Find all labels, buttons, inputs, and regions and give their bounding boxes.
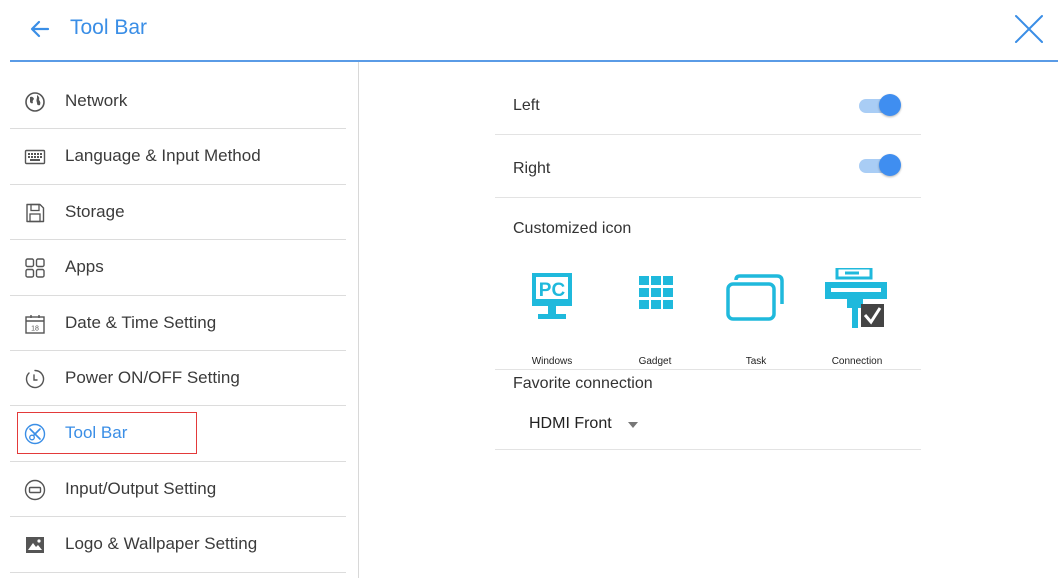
- input-output-icon: [24, 479, 46, 500]
- right-toolbar-row: Right: [495, 134, 921, 198]
- left-toolbar-toggle[interactable]: [859, 94, 901, 116]
- toolbar-icon: [24, 424, 46, 445]
- header-bar: Tool Bar: [0, 0, 1058, 60]
- custom-icon-windows[interactable]: PC Windows: [512, 268, 592, 368]
- pc-monitor-icon: PC: [532, 273, 572, 319]
- sidebar-item-label: Input/Output Setting: [65, 478, 217, 498]
- left-toolbar-row: Left: [495, 74, 921, 135]
- custom-icon-gadget[interactable]: Gadget: [615, 268, 695, 368]
- dropdown-caret-icon: [628, 422, 638, 428]
- icon-caption: Connection: [831, 356, 883, 367]
- gadget-grid-icon: [639, 276, 673, 309]
- page-title: Tool Bar: [70, 16, 148, 39]
- custom-icon-task[interactable]: Task: [716, 268, 796, 368]
- favorite-connection-divider: [495, 449, 921, 450]
- pc-glyph-text: PC: [539, 280, 566, 301]
- storage-icon: [26, 203, 45, 222]
- sidebar-item-language[interactable]: Language & Input Method: [10, 129, 346, 185]
- power-icon: [25, 369, 45, 389]
- sidebar-item-power[interactable]: Power ON/OFF Setting: [10, 351, 346, 407]
- keyboard-icon: [24, 150, 46, 165]
- header-divider: [10, 60, 1058, 62]
- sidebar-item-label: Tool Bar: [65, 423, 128, 443]
- sidebar-item-apps[interactable]: Apps: [10, 240, 346, 296]
- sidebar-item-tool-bar[interactable]: Tool Bar: [10, 406, 346, 462]
- globe-icon: [25, 92, 45, 112]
- right-toolbar-toggle[interactable]: [859, 154, 901, 176]
- sidebar-item-label: Storage: [65, 201, 125, 221]
- back-arrow-icon[interactable]: [28, 14, 52, 44]
- sidebar-item-label: Network: [65, 91, 128, 110]
- calendar-day: 18: [31, 325, 39, 332]
- favorite-connection-label: Favorite connection: [513, 375, 653, 392]
- sidebar-item-storage[interactable]: Storage: [10, 185, 346, 241]
- sidebar-item-label: Power ON/OFF Setting: [65, 367, 240, 387]
- sidebar-item-label: Apps: [65, 257, 104, 277]
- wallpaper-icon: [26, 537, 44, 554]
- favorite-connection-value: HDMI Front: [529, 415, 612, 432]
- icon-caption: Gadget: [638, 356, 672, 367]
- connection-icon: [825, 268, 887, 328]
- icon-caption: Task: [745, 356, 767, 367]
- calendar-icon: 18: [25, 314, 45, 334]
- icon-caption: Windows: [531, 356, 573, 367]
- sidebar-item-network[interactable]: Network: [10, 74, 346, 130]
- task-windows-icon: [726, 274, 784, 321]
- sidebar-item-label: Logo & Wallpaper Setting: [65, 534, 258, 554]
- sidebar-item-label: Date & Time Setting: [65, 312, 217, 332]
- sidebar-item-logo-wallpaper[interactable]: Logo & Wallpaper Setting: [10, 517, 346, 573]
- toggle-knob: [879, 94, 901, 116]
- close-icon[interactable]: [1012, 12, 1046, 46]
- left-toolbar-label: Left: [513, 97, 540, 114]
- sidebar-divider: [358, 62, 359, 578]
- sidebar-item-label: Language & Input Method: [65, 146, 261, 166]
- toggle-knob: [879, 154, 901, 176]
- sidebar-nav: Network Language & Input Method Storage: [10, 74, 346, 573]
- right-toolbar-label: Right: [513, 160, 551, 177]
- favorite-connection-dropdown[interactable]: HDMI Front: [513, 404, 673, 444]
- sidebar-item-input-output[interactable]: Input/Output Setting: [10, 462, 346, 518]
- custom-icon-connection[interactable]: Connection: [817, 268, 897, 368]
- apps-icon: [25, 258, 45, 278]
- customized-icon-label: Customized icon: [513, 220, 632, 237]
- sidebar-item-date-time[interactable]: 18 Date & Time Setting: [10, 296, 346, 351]
